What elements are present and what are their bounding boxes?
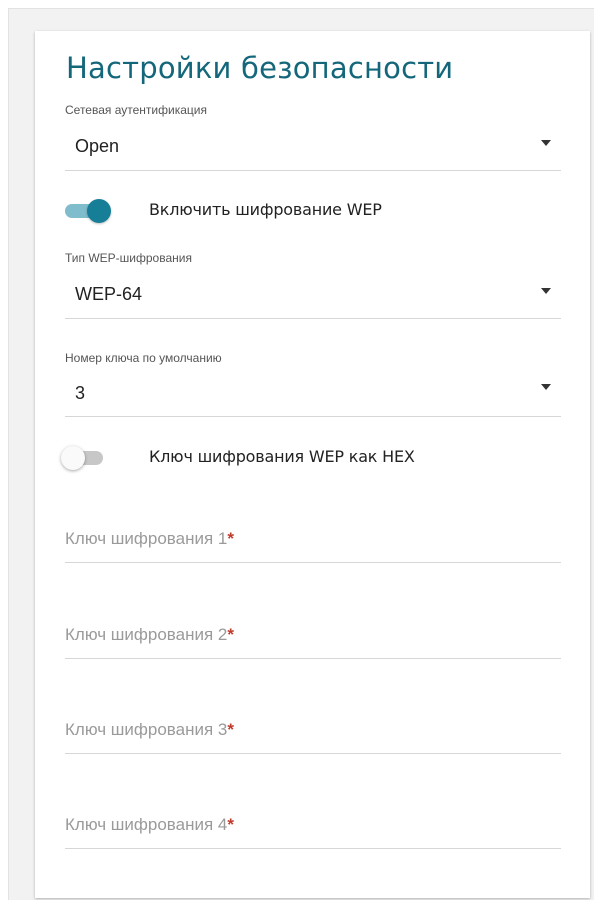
wep-type-label: Тип WEP-шифрования	[65, 251, 192, 265]
wep-key-4-input[interactable]: Ключ шифрования 4*	[65, 809, 561, 849]
wep-key-2-input[interactable]: Ключ шифрования 2*	[65, 619, 561, 659]
wep-key-1-placeholder: Ключ шифрования 1*	[65, 529, 234, 548]
wep-key-3-input[interactable]: Ключ шифрования 3*	[65, 714, 561, 754]
wep-key-2-placeholder: Ключ шифрования 2*	[65, 625, 234, 644]
required-mark: *	[227, 625, 234, 644]
required-mark: *	[227, 529, 234, 548]
switch-knob	[61, 446, 85, 470]
wep-enable-label: Включить шифрование WEP	[149, 200, 382, 219]
default-key-select[interactable]: Номер ключа по умолчанию 3	[65, 351, 561, 417]
network-auth-value: Open	[75, 136, 120, 156]
default-key-label: Номер ключа по умолчанию	[65, 351, 222, 365]
hex-toggle-row: Ключ шифрования WEP как HEX	[61, 445, 561, 471]
chevron-down-icon	[541, 288, 551, 294]
wep-type-value: WEP-64	[75, 284, 143, 304]
chevron-down-icon	[541, 140, 551, 146]
hex-switch[interactable]	[61, 445, 113, 471]
wep-key-4-placeholder: Ключ шифрования 4*	[65, 815, 234, 834]
network-auth-select[interactable]: Сетевая аутентификация Open	[65, 103, 561, 171]
required-mark: *	[227, 720, 234, 739]
wep-enable-toggle-row: Включить шифрование WEP	[61, 198, 561, 224]
wep-enable-switch[interactable]	[61, 198, 113, 224]
required-mark: *	[227, 815, 234, 834]
wep-type-select[interactable]: Тип WEP-шифрования WEP-64	[65, 251, 561, 319]
hex-toggle-label: Ключ шифрования WEP как HEX	[149, 447, 415, 466]
security-settings-card: Настройки безопасности Сетевая аутентифи…	[35, 31, 590, 898]
wep-key-1-input[interactable]: Ключ шифрования 1*	[65, 523, 561, 563]
chevron-down-icon	[541, 384, 551, 390]
page-background: Настройки безопасности Сетевая аутентифи…	[8, 8, 594, 900]
switch-knob	[87, 199, 111, 223]
section-title: Настройки безопасности	[66, 51, 454, 85]
default-key-value: 3	[75, 383, 86, 403]
network-auth-label: Сетевая аутентификация	[65, 103, 207, 117]
wep-key-3-placeholder: Ключ шифрования 3*	[65, 720, 234, 739]
